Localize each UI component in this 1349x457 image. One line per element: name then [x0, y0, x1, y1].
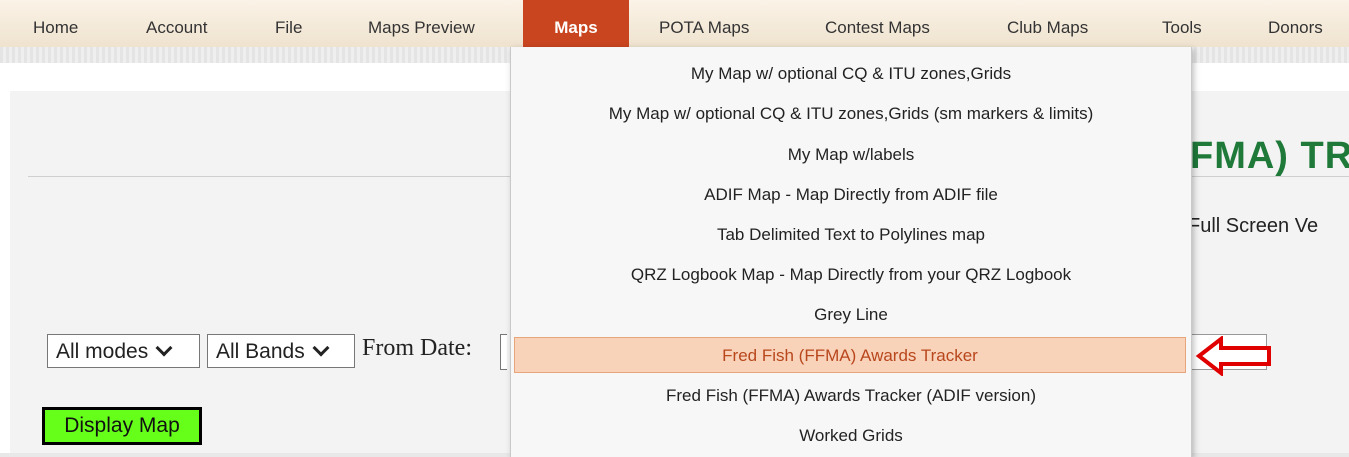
from-date-label: From Date: [362, 335, 472, 361]
menu-item-grey-line[interactable]: Grey Line [511, 295, 1191, 335]
divider [28, 176, 518, 177]
menu-item-my-map-zones-grids[interactable]: My Map w/ optional CQ & ITU zones,Grids [511, 54, 1191, 94]
nav-item-maps[interactable]: Maps [523, 0, 629, 47]
nav-item-file[interactable]: File [275, 0, 302, 47]
band-select-value: All Bands [216, 340, 305, 363]
nav-item-tools[interactable]: Tools [1162, 0, 1202, 47]
nav-item-account[interactable]: Account [146, 0, 207, 47]
menu-item-adif-map[interactable]: ADIF Map - Map Directly from ADIF file [511, 175, 1191, 215]
menu-item-ffma-awards-tracker[interactable]: Fred Fish (FFMA) Awards Tracker [514, 337, 1186, 373]
nav-item-contest-maps[interactable]: Contest Maps [825, 0, 930, 47]
menu-item-tab-delimited-polylines[interactable]: Tab Delimited Text to Polylines map [511, 215, 1191, 255]
menu-item-my-map-labels[interactable]: My Map w/labels [511, 135, 1191, 175]
display-map-button[interactable]: Display Map [42, 407, 202, 445]
chevron-down-icon [312, 339, 330, 357]
nav-item-club-maps[interactable]: Club Maps [1007, 0, 1088, 47]
page-title: FMA) TRA [1190, 135, 1349, 177]
band-select[interactable]: All Bands [207, 334, 355, 368]
nav-item-maps-preview[interactable]: Maps Preview [368, 0, 475, 47]
from-date-input[interactable] [500, 334, 507, 370]
mode-select[interactable]: All modes [47, 334, 200, 368]
mode-select-value: All modes [56, 340, 149, 363]
nav-item-pota-maps[interactable]: POTA Maps [659, 0, 749, 47]
menu-item-my-map-sm-markers[interactable]: My Map w/ optional CQ & ITU zones,Grids … [511, 94, 1191, 134]
nav-item-donors[interactable]: Donors [1268, 0, 1323, 47]
menu-item-ffma-awards-tracker-adif[interactable]: Fred Fish (FFMA) Awards Tracker (ADIF ve… [511, 376, 1191, 416]
top-nav-bar: Home Account File Maps Preview Maps POTA… [0, 0, 1349, 48]
menu-item-worked-grids[interactable]: Worked Grids [511, 416, 1191, 456]
nav-item-home[interactable]: Home [33, 0, 78, 47]
maps-dropdown-menu: My Map w/ optional CQ & ITU zones,Grids … [510, 47, 1192, 457]
menu-item-qrz-logbook-map[interactable]: QRZ Logbook Map - Map Directly from your… [511, 255, 1191, 295]
chevron-down-icon [155, 339, 173, 357]
full-screen-link[interactable]: Full Screen Ve [1188, 215, 1318, 238]
arrow-left-icon [1195, 336, 1271, 376]
